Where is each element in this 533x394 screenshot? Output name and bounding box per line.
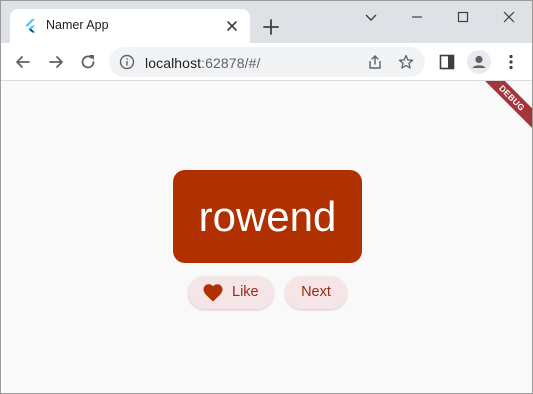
url-host: localhost bbox=[145, 55, 202, 71]
bookmark-star-icon[interactable] bbox=[398, 54, 414, 70]
browser-window: Namer App localhost:62878/#/ DEBUG rowen… bbox=[0, 0, 533, 394]
maximize-icon[interactable] bbox=[453, 7, 473, 27]
forward-arrow-icon[interactable] bbox=[46, 52, 66, 72]
browser-toolbar: localhost:62878/#/ bbox=[1, 43, 532, 81]
tab-title: Namer App bbox=[46, 18, 109, 32]
debug-banner: DEBUG bbox=[475, 81, 532, 135]
address-bar[interactable]: localhost:62878/#/ bbox=[109, 47, 425, 77]
word-pair-card: rowend bbox=[173, 170, 362, 263]
back-arrow-icon[interactable] bbox=[13, 52, 33, 72]
side-panel-icon[interactable] bbox=[437, 52, 457, 72]
next-button[interactable]: Next bbox=[285, 276, 347, 309]
like-label: Like bbox=[232, 284, 259, 300]
url-text: localhost:62878/#/ bbox=[145, 55, 260, 71]
new-tab-plus-icon[interactable] bbox=[261, 17, 281, 37]
window-close-icon[interactable] bbox=[499, 7, 519, 27]
flutter-icon bbox=[24, 19, 38, 33]
heart-icon bbox=[203, 284, 223, 302]
more-options-icon[interactable] bbox=[501, 52, 521, 72]
url-path: :62878/#/ bbox=[201, 55, 261, 71]
tab-strip: Namer App bbox=[1, 1, 532, 43]
close-icon[interactable] bbox=[224, 18, 240, 34]
chevron-down-icon[interactable] bbox=[361, 7, 381, 27]
app-content: DEBUG rowend Like Next bbox=[2, 81, 532, 393]
share-icon[interactable] bbox=[367, 54, 383, 70]
site-info-icon[interactable] bbox=[119, 54, 135, 70]
browser-tab[interactable]: Namer App bbox=[10, 9, 250, 43]
reload-icon[interactable] bbox=[78, 52, 98, 72]
like-button[interactable]: Like bbox=[188, 276, 274, 309]
profile-avatar-icon[interactable] bbox=[467, 50, 491, 74]
minimize-icon[interactable] bbox=[407, 7, 427, 27]
